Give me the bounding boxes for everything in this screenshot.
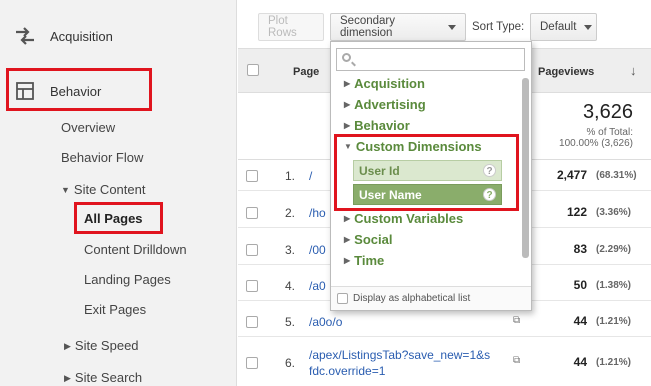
pageviews-value: 44 bbox=[573, 314, 587, 328]
alphabetical-label: Display as alphabetical list bbox=[353, 293, 471, 304]
sidebar-item-content-drilldown[interactable]: Content Drilldown bbox=[84, 242, 187, 257]
caret-right-icon: ▶ bbox=[64, 341, 71, 351]
caret-right-icon: ▶ bbox=[344, 235, 351, 244]
sort-descending-icon[interactable]: ↓ bbox=[630, 63, 637, 78]
caret-right-icon: ▶ bbox=[344, 256, 351, 265]
pageviews-percent: (68.31%) bbox=[596, 170, 637, 181]
row-checkbox[interactable] bbox=[246, 170, 258, 182]
dimension-group-label: Social bbox=[354, 232, 393, 247]
acquisition-icon bbox=[14, 25, 36, 47]
alphabetical-checkbox[interactable] bbox=[337, 293, 348, 304]
pageviews-percent: (1.21%) bbox=[596, 357, 632, 368]
pageviews-value: 83 bbox=[573, 242, 587, 256]
pageviews-value: 2,477 bbox=[556, 168, 587, 182]
column-header-page[interactable]: Page bbox=[293, 66, 319, 78]
row-checkbox[interactable] bbox=[246, 207, 258, 219]
dimension-group-label: Time bbox=[354, 253, 385, 268]
highlight-custom-dimensions bbox=[334, 134, 519, 211]
total-label: % of Total: bbox=[586, 127, 633, 138]
highlight-behavior bbox=[6, 68, 152, 111]
dropdown-scrollbar[interactable] bbox=[522, 78, 529, 258]
pageviews-value: 50 bbox=[573, 278, 587, 292]
dimension-group-label: Acquisition bbox=[354, 76, 425, 91]
total-pageviews: 3,626 bbox=[582, 101, 633, 123]
open-in-new-icon[interactable]: ⧉ bbox=[513, 355, 520, 366]
plot-rows-button[interactable]: Plot Rows bbox=[258, 13, 324, 41]
page-link[interactable]: /00 bbox=[309, 243, 326, 257]
sidebar: Acquisition Behavior Overview Behavior F… bbox=[0, 0, 237, 386]
row-checkbox[interactable] bbox=[246, 357, 258, 369]
page-link[interactable]: /a0o/o bbox=[309, 315, 342, 329]
table-row: 5. /a0o/o ⧉ 44 (1.21%) bbox=[238, 307, 651, 337]
caret-right-icon: ▶ bbox=[344, 100, 351, 109]
secondary-dimension-button[interactable]: Secondary dimension bbox=[330, 13, 466, 41]
chevron-down-icon bbox=[448, 24, 456, 30]
dimension-group-acquisition[interactable]: ▶ Acquisition bbox=[344, 76, 425, 91]
pageviews-percent: (2.29%) bbox=[596, 244, 632, 255]
highlight-all-pages bbox=[74, 202, 163, 234]
pageviews-percent: (1.21%) bbox=[596, 316, 632, 327]
caret-right-icon: ▶ bbox=[344, 121, 351, 130]
pageviews-percent: (1.38%) bbox=[596, 280, 632, 291]
pageviews-value: 44 bbox=[573, 355, 587, 369]
sidebar-item-label: Acquisition bbox=[50, 28, 113, 44]
page-link[interactable]: / bbox=[309, 169, 312, 183]
dimension-group-advertising[interactable]: ▶ Advertising bbox=[344, 97, 426, 112]
sidebar-item-overview[interactable]: Overview bbox=[61, 120, 115, 135]
row-number: 2. bbox=[285, 206, 296, 220]
sidebar-item-site-speed[interactable]: ▶ Site Speed bbox=[64, 338, 139, 353]
sidebar-item-exit-pages[interactable]: Exit Pages bbox=[84, 302, 146, 317]
row-number: 1. bbox=[285, 169, 296, 183]
dimension-search-input[interactable] bbox=[336, 48, 525, 71]
row-number: 5. bbox=[285, 315, 296, 329]
page-link[interactable]: /apex/ListingsTab?save_new=1&s fdc.overr… bbox=[309, 347, 490, 379]
secondary-dimension-label: Secondary dimension bbox=[340, 15, 395, 39]
dimension-group-behavior[interactable]: ▶ Behavior bbox=[344, 118, 410, 133]
sort-type-value: Default bbox=[540, 21, 577, 33]
sort-type-label: Sort Type: bbox=[472, 21, 525, 33]
dimension-group-label: Behavior bbox=[354, 118, 410, 133]
page-link-line2: fdc.override=1 bbox=[309, 364, 386, 378]
alphabetical-list-option[interactable]: Display as alphabetical list bbox=[331, 286, 531, 310]
caret-right-icon: ▶ bbox=[344, 214, 351, 223]
sidebar-item-behavior-flow[interactable]: Behavior Flow bbox=[61, 150, 143, 165]
page-link[interactable]: /a0 bbox=[309, 279, 326, 293]
row-checkbox[interactable] bbox=[246, 280, 258, 292]
row-number: 4. bbox=[285, 279, 296, 293]
caret-right-icon: ▶ bbox=[64, 373, 71, 383]
search-icon bbox=[342, 53, 351, 62]
row-number: 3. bbox=[285, 243, 296, 257]
total-percent: 100.00% (3,626) bbox=[559, 138, 633, 149]
caret-right-icon: ▶ bbox=[344, 79, 351, 88]
sort-type-select[interactable]: Default bbox=[530, 13, 597, 41]
column-header-pageviews[interactable]: Pageviews bbox=[538, 66, 594, 78]
pageviews-value: 122 bbox=[566, 205, 587, 219]
pageviews-percent: (3.36%) bbox=[596, 207, 632, 218]
dimension-group-label: Advertising bbox=[354, 97, 426, 112]
dimension-group-custom-variables[interactable]: ▶ Custom Variables bbox=[344, 211, 463, 226]
row-checkbox[interactable] bbox=[246, 244, 258, 256]
dimension-group-time[interactable]: ▶ Time bbox=[344, 253, 384, 268]
page-link-line1: /apex/ListingsTab?save_new=1&s bbox=[309, 348, 491, 362]
select-all-checkbox[interactable] bbox=[247, 64, 259, 76]
sidebar-item-site-search[interactable]: ▶ Site Search bbox=[64, 370, 142, 385]
row-number: 6. bbox=[285, 356, 296, 370]
dimension-group-label: Custom Variables bbox=[354, 211, 464, 226]
sidebar-item-site-content[interactable]: ▼ Site Content bbox=[61, 182, 145, 197]
dimension-group-social[interactable]: ▶ Social bbox=[344, 232, 392, 247]
sidebar-item-acquisition[interactable]: Acquisition bbox=[14, 25, 113, 47]
caret-down-icon: ▼ bbox=[61, 185, 70, 195]
sidebar-item-landing-pages[interactable]: Landing Pages bbox=[84, 272, 171, 287]
sidebar-item-label: Site Search bbox=[74, 370, 143, 385]
page-link[interactable]: /ho bbox=[309, 206, 326, 220]
sidebar-item-label: Site Speed bbox=[74, 338, 139, 353]
chevron-down-icon bbox=[584, 24, 593, 30]
table-row: 6. /apex/ListingsTab?save_new=1&s fdc.ov… bbox=[238, 341, 651, 386]
open-in-new-icon[interactable]: ⧉ bbox=[513, 315, 520, 326]
sidebar-item-label: Site Content bbox=[73, 182, 146, 197]
row-checkbox[interactable] bbox=[246, 316, 258, 328]
